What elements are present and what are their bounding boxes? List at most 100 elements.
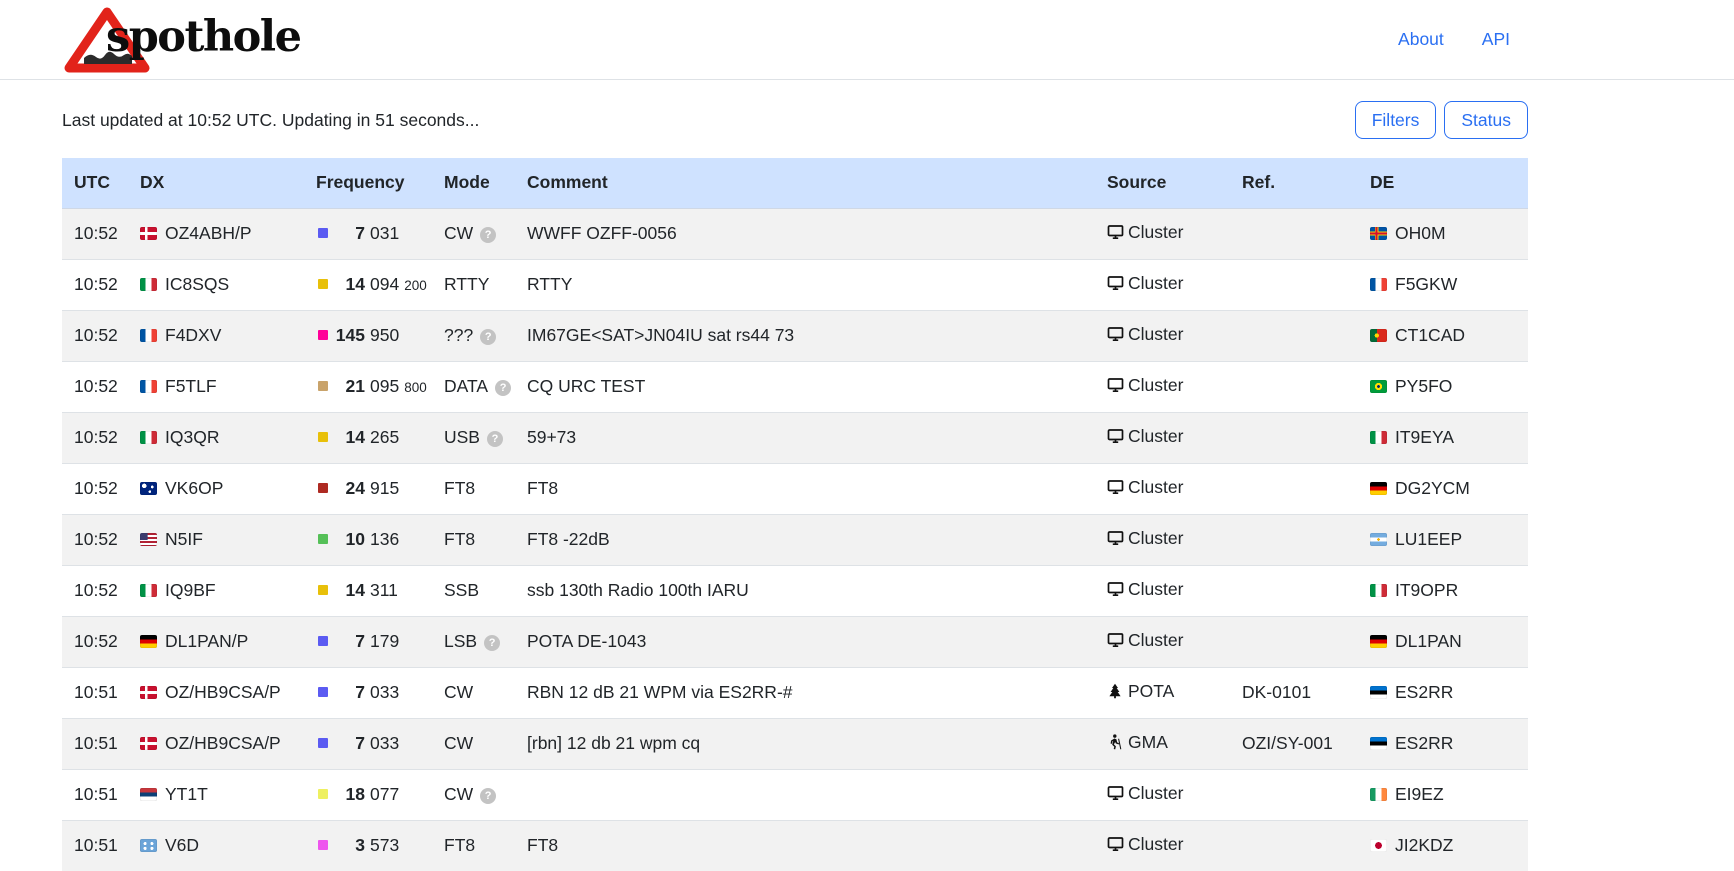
- spot-time: 10:52: [62, 310, 128, 361]
- spot-row: 10:52 F4DXV 145950 ???? IM67GE<SAT>JN04I…: [62, 310, 1528, 361]
- de-callsign: F5GKW: [1395, 274, 1457, 294]
- spot-ref: DK-0101: [1230, 667, 1358, 718]
- mode-help-icon[interactable]: ?: [495, 380, 511, 396]
- spot-time: 10:51: [62, 667, 128, 718]
- frequency-mhz: 10: [328, 529, 365, 550]
- mode-label: FT8: [444, 835, 475, 855]
- filters-button[interactable]: Filters: [1355, 101, 1437, 140]
- spot-comment: RTTY: [515, 259, 1095, 310]
- dx-callsign: IQ3QR: [165, 427, 219, 447]
- nav-api-link[interactable]: API: [1482, 29, 1510, 50]
- band-color-icon: [318, 789, 328, 799]
- flag-ee-icon: [1370, 686, 1387, 699]
- dx-callsign: OZ4ABH/P: [165, 223, 252, 243]
- de-callsign: ES2RR: [1395, 733, 1453, 753]
- monitor-icon: [1107, 581, 1128, 602]
- monitor-icon: [1107, 632, 1128, 653]
- mode-help-icon[interactable]: ?: [487, 431, 503, 447]
- band-color-icon: [318, 636, 328, 646]
- flag-fr-icon: [140, 329, 157, 342]
- spot-ref: [1230, 412, 1358, 463]
- dx-callsign: VK6OP: [165, 478, 223, 498]
- monitor-icon: [1107, 479, 1128, 500]
- source-label: POTA: [1128, 681, 1174, 701]
- source-label: Cluster: [1128, 630, 1183, 650]
- monitor-icon: [1107, 428, 1128, 449]
- spot-ref: [1230, 310, 1358, 361]
- flag-fr-icon: [140, 380, 157, 393]
- frequency-khz: 095: [370, 376, 399, 396]
- flag-br-icon: [1370, 380, 1387, 393]
- spot-ref: [1230, 463, 1358, 514]
- source-label: Cluster: [1128, 426, 1183, 446]
- spot-row: 10:52 VK6OP 24915 FT8 FT8 Cluster DG2YCM: [62, 463, 1528, 514]
- source-label: Cluster: [1128, 783, 1183, 803]
- status-button[interactable]: Status: [1444, 101, 1528, 140]
- spot-row: 10:51 OZ/HB9CSA/P 7033 CW RBN 12 dB 21 W…: [62, 667, 1528, 718]
- spot-row: 10:52 IC8SQS 14094200 RTTY RTTY Cluster …: [62, 259, 1528, 310]
- band-color-icon: [318, 585, 328, 595]
- spot-comment: [rbn] 12 db 21 wpm cq: [515, 718, 1095, 769]
- band-color-icon: [318, 279, 328, 289]
- frequency-mhz: 145: [328, 325, 365, 346]
- logo[interactable]: spothole: [62, 0, 300, 79]
- spot-time: 10:51: [62, 820, 128, 871]
- frequency-khz: 265: [370, 427, 399, 447]
- spot-ref: [1230, 820, 1358, 871]
- mode-label: SSB: [444, 580, 479, 600]
- flag-ax-icon: [1370, 227, 1387, 240]
- de-callsign: EI9EZ: [1395, 784, 1444, 804]
- mode-label: FT8: [444, 529, 475, 549]
- flag-de-icon: [1370, 482, 1387, 495]
- mode-label: USB: [444, 427, 480, 447]
- mode-help-icon[interactable]: ?: [480, 329, 496, 345]
- spot-row: 10:52 OZ4ABH/P 7031 CW? WWFF OZFF-0056 C…: [62, 208, 1528, 259]
- col-header-source: Source: [1095, 158, 1230, 208]
- dx-callsign: DL1PAN/P: [165, 631, 248, 651]
- flag-ee-icon: [1370, 737, 1387, 750]
- frequency-mhz: 24: [328, 478, 365, 499]
- flag-it-icon: [140, 584, 157, 597]
- mode-label: CW: [444, 682, 473, 702]
- flag-fm-icon: [140, 839, 157, 852]
- dx-callsign: IC8SQS: [165, 274, 229, 294]
- monitor-icon: [1107, 530, 1128, 551]
- frequency-mhz: 7: [328, 733, 365, 754]
- flag-rs-icon: [140, 788, 157, 801]
- flag-dk-icon: [140, 227, 157, 240]
- flag-it-icon: [140, 278, 157, 291]
- de-callsign: CT1CAD: [1395, 325, 1465, 345]
- frequency-mhz: 18: [328, 784, 365, 805]
- frequency-khz: 033: [370, 733, 399, 753]
- spot-time: 10:52: [62, 514, 128, 565]
- col-header-comment: Comment: [515, 158, 1095, 208]
- col-header-utc: UTC: [62, 158, 128, 208]
- band-color-icon: [318, 840, 328, 850]
- frequency-khz: 033: [370, 682, 399, 702]
- mode-help-icon[interactable]: ?: [484, 635, 500, 651]
- hiker-icon: [1107, 734, 1128, 755]
- spot-ref: [1230, 616, 1358, 667]
- mode-label: RTTY: [444, 274, 489, 294]
- flag-pt-icon: [1370, 329, 1387, 342]
- de-callsign: PY5FO: [1395, 376, 1452, 396]
- spots-table: UTC DX Frequency Mode Comment Source Ref…: [62, 158, 1528, 871]
- flag-jp-icon: [1370, 839, 1387, 852]
- nav-about-link[interactable]: About: [1398, 29, 1444, 50]
- frequency-mhz: 7: [328, 631, 365, 652]
- table-header-row: UTC DX Frequency Mode Comment Source Ref…: [62, 158, 1528, 208]
- mode-help-icon[interactable]: ?: [480, 788, 496, 804]
- col-header-ref: Ref.: [1230, 158, 1358, 208]
- spot-ref: [1230, 361, 1358, 412]
- source-label: Cluster: [1128, 834, 1183, 854]
- mode-help-icon[interactable]: ?: [480, 227, 496, 243]
- frequency-khz: 950: [370, 325, 399, 345]
- main-content: Last updated at 10:52 UTC. Updating in 5…: [62, 80, 1528, 871]
- spot-row: 10:51 V6D 3573 FT8 FT8 Cluster JI2KDZ: [62, 820, 1528, 871]
- frequency-mhz: 21: [328, 376, 365, 397]
- col-header-mode: Mode: [432, 158, 515, 208]
- frequency-mhz: 14: [328, 274, 365, 295]
- mode-label: FT8: [444, 478, 475, 498]
- dx-callsign: OZ/HB9CSA/P: [165, 682, 281, 702]
- spot-comment: FT8 -22dB: [515, 514, 1095, 565]
